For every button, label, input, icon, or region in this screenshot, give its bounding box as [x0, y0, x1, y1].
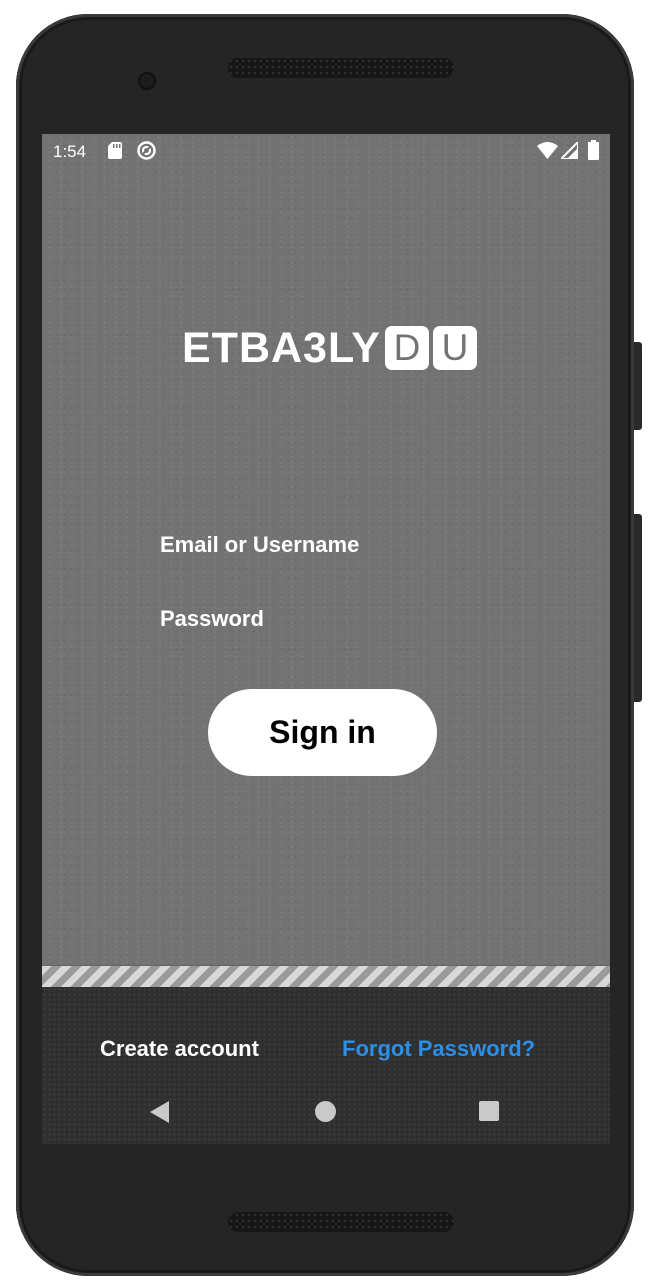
- signal-icon: [561, 142, 578, 159]
- sync-icon: [137, 141, 156, 160]
- wifi-icon: [537, 142, 558, 159]
- sd-card-icon: [108, 142, 122, 159]
- sign-in-button[interactable]: Sign in: [208, 689, 437, 776]
- volume-rocker: [634, 514, 642, 702]
- app-logo: ETBA3LY D U: [182, 323, 477, 372]
- battery-icon: [588, 140, 599, 160]
- email-field[interactable]: Email or Username: [160, 532, 359, 558]
- status-bar: 1:54: [42, 134, 610, 168]
- logo-text: ETBA3LY: [182, 323, 381, 372]
- create-account-link[interactable]: Create account: [100, 1036, 259, 1062]
- front-camera: [138, 72, 156, 90]
- back-icon[interactable]: [150, 1101, 169, 1123]
- power-button: [634, 342, 642, 430]
- top-speaker: [228, 58, 454, 78]
- bottom-panel: Create account Forgot Password?: [42, 987, 610, 1144]
- home-icon[interactable]: [315, 1101, 336, 1122]
- recents-icon[interactable]: [479, 1101, 499, 1121]
- striped-divider: [42, 965, 610, 988]
- password-field[interactable]: Password: [160, 606, 264, 632]
- forgot-password-link[interactable]: Forgot Password?: [342, 1036, 535, 1062]
- bottom-speaker: [228, 1212, 454, 1232]
- status-time: 1:54: [53, 142, 87, 161]
- logo-box-d: D: [384, 326, 429, 370]
- logo-box-u: U: [432, 326, 477, 370]
- app-screen: 1:54 ETBA3LY D U Email or Username Passw…: [42, 134, 610, 1144]
